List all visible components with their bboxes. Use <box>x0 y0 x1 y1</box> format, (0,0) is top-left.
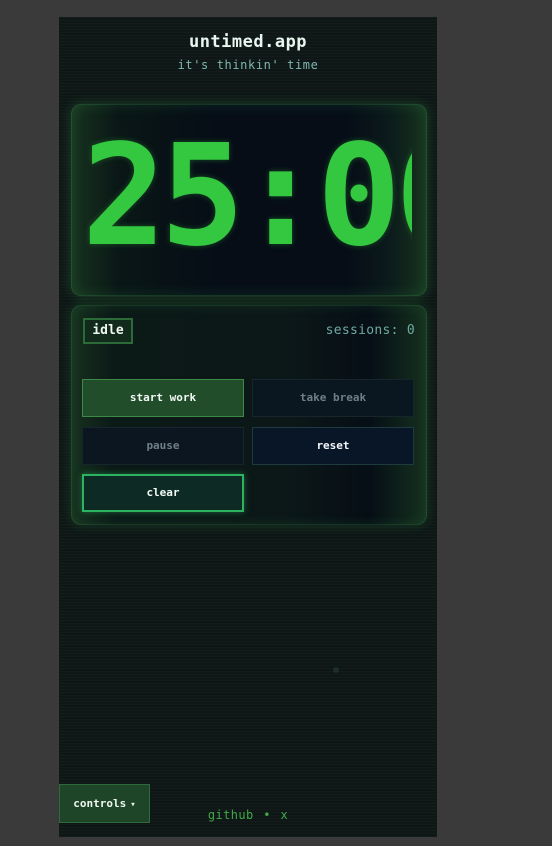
timer-display: 25:00 <box>82 127 412 267</box>
app-tagline: it's thinkin' time <box>177 58 319 72</box>
start-work-button[interactable]: start work <box>82 379 244 417</box>
app-title: untimed.app <box>188 32 308 52</box>
timer-panel: 25:00 <box>71 104 427 296</box>
clear-button[interactable]: clear <box>82 474 244 512</box>
github-link[interactable]: github <box>207 808 255 822</box>
status-badge: idle <box>83 318 133 344</box>
control-panel: idle sessions: 0 start work take break p… <box>71 305 427 525</box>
background-glow-dot <box>333 667 339 673</box>
footer-separator: • <box>263 808 271 822</box>
sessions-counter: sessions: 0 <box>325 323 415 338</box>
app-window: untimed.app it's thinkin' time 25:00 idl… <box>59 17 437 837</box>
x-link[interactable]: x <box>280 808 290 822</box>
pause-button[interactable]: pause <box>82 427 244 465</box>
take-break-button[interactable]: take break <box>252 379 414 417</box>
footer-links: github • x <box>59 808 437 822</box>
reset-button[interactable]: reset <box>252 427 414 465</box>
